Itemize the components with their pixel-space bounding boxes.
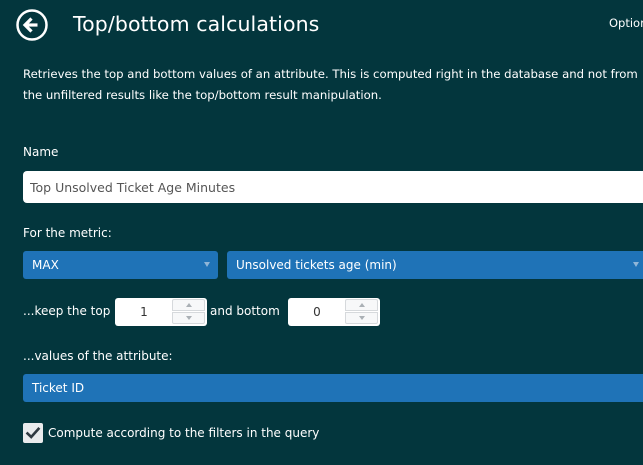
bottom-label: and bottom: [210, 304, 280, 318]
chevron-down-icon: [633, 262, 639, 267]
checkmark-icon: [25, 426, 41, 439]
metric-select-value: Unsolved tickets age (min): [236, 258, 397, 272]
top-bottom-calculations-panel: Top/bottom calculations Optior Retrieves…: [0, 0, 643, 465]
top-count-value[interactable]: 1: [115, 298, 173, 326]
top-count-stepper[interactable]: 1: [115, 298, 207, 326]
metric-select[interactable]: Unsolved tickets age (min): [227, 251, 643, 279]
top-increment-button[interactable]: [172, 299, 205, 311]
chevron-down-icon: [204, 262, 210, 267]
compute-filters-label[interactable]: Compute according to the filters in the …: [48, 426, 319, 440]
top-decrement-button[interactable]: [172, 312, 205, 324]
attribute-select[interactable]: Ticket ID: [23, 374, 643, 402]
attribute-select-value: Ticket ID: [32, 381, 85, 395]
compute-filters-checkbox[interactable]: [23, 423, 43, 443]
aggregation-select-value: MAX: [32, 258, 59, 272]
keep-top-label: ...keep the top: [23, 304, 111, 318]
name-label: Name: [23, 145, 59, 159]
bottom-decrement-button[interactable]: [345, 312, 378, 324]
description-text: Retrieves the top and bottom values of a…: [23, 67, 638, 102]
bottom-count-stepper[interactable]: 0: [288, 298, 380, 326]
name-input[interactable]: [23, 171, 643, 203]
page-title: Top/bottom calculations: [73, 12, 320, 36]
back-button[interactable]: [16, 9, 48, 41]
chevron-up-icon: [359, 303, 365, 307]
bottom-increment-button[interactable]: [345, 299, 378, 311]
metric-label: For the metric:: [23, 226, 112, 240]
chevron-up-icon: [186, 303, 192, 307]
chevron-down-icon: [186, 316, 192, 320]
bottom-count-value[interactable]: 0: [288, 298, 346, 326]
options-link[interactable]: Optior: [609, 16, 643, 30]
chevron-down-icon: [359, 316, 365, 320]
aggregation-select[interactable]: MAX: [23, 251, 218, 279]
back-arrow-circle-icon: [16, 9, 48, 41]
attribute-label: ...values of the attribute:: [23, 349, 173, 363]
